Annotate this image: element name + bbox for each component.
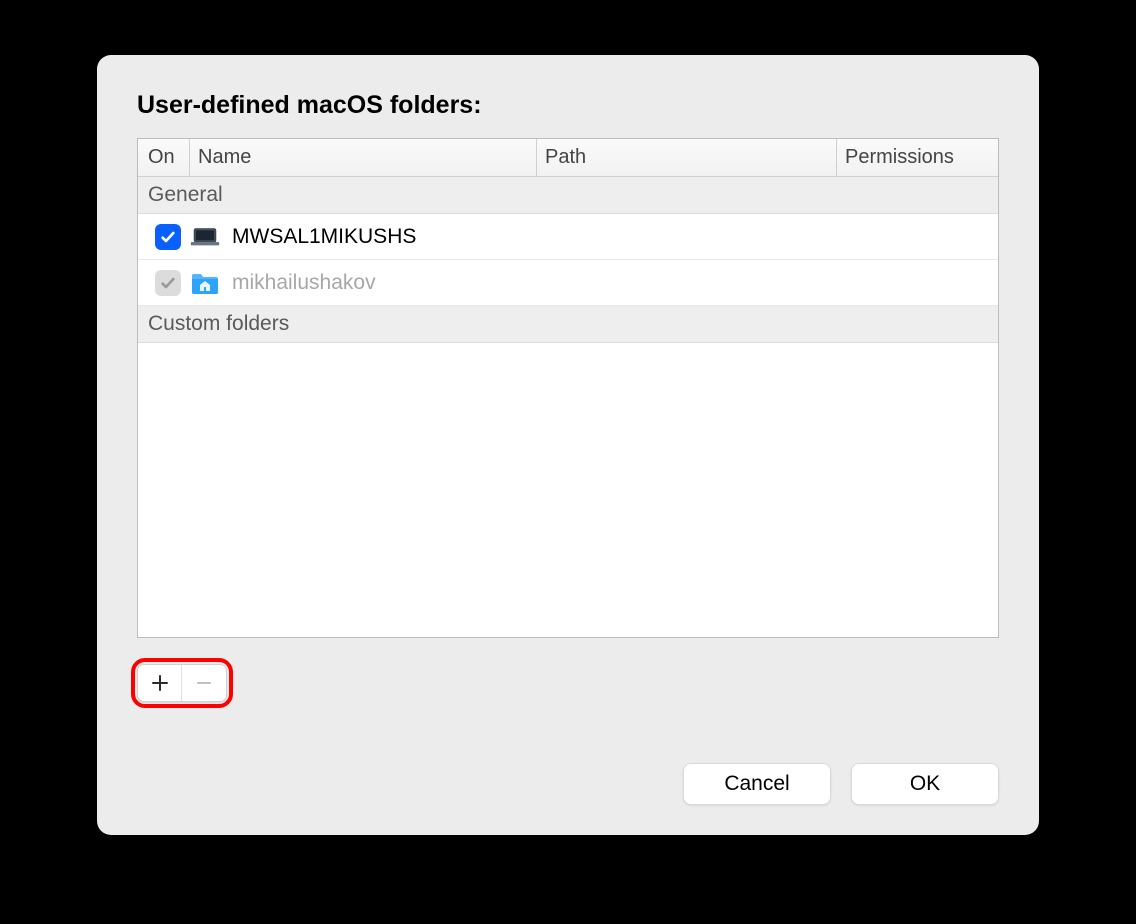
plus-icon bbox=[151, 674, 169, 692]
laptop-icon bbox=[190, 227, 220, 247]
section-header-custom: Custom folders bbox=[138, 306, 998, 343]
column-header-on[interactable]: On bbox=[138, 139, 190, 176]
row-name: MWSAL1MIKUSHS bbox=[232, 225, 416, 249]
column-header-name[interactable]: Name bbox=[190, 139, 537, 176]
home-folder-icon bbox=[190, 270, 220, 296]
minus-icon bbox=[195, 674, 213, 692]
section-header-general: General bbox=[138, 177, 998, 214]
dialog-footer: Cancel OK bbox=[137, 763, 999, 805]
table-row[interactable]: MWSAL1MIKUSHS bbox=[138, 214, 998, 260]
table-header: On Name Path Permissions bbox=[138, 139, 998, 177]
add-remove-controls bbox=[137, 664, 999, 714]
checkbox-enabled[interactable] bbox=[155, 224, 181, 250]
column-header-path[interactable]: Path bbox=[537, 139, 837, 176]
table-empty-area bbox=[138, 343, 998, 637]
highlight-ring bbox=[131, 658, 233, 708]
add-button[interactable] bbox=[138, 665, 182, 701]
row-name: mikhailushakov bbox=[232, 271, 376, 295]
cancel-button[interactable]: Cancel bbox=[683, 763, 831, 805]
checkbox-disabled bbox=[155, 270, 181, 296]
dialog: User-defined macOS folders: On Name Path… bbox=[97, 55, 1039, 835]
table-row[interactable]: mikhailushakov bbox=[138, 260, 998, 306]
column-header-permissions[interactable]: Permissions bbox=[837, 139, 998, 176]
remove-button[interactable] bbox=[182, 665, 226, 701]
ok-button[interactable]: OK bbox=[851, 763, 999, 805]
dialog-title: User-defined macOS folders: bbox=[137, 91, 999, 120]
folders-table: On Name Path Permissions General bbox=[137, 138, 999, 638]
